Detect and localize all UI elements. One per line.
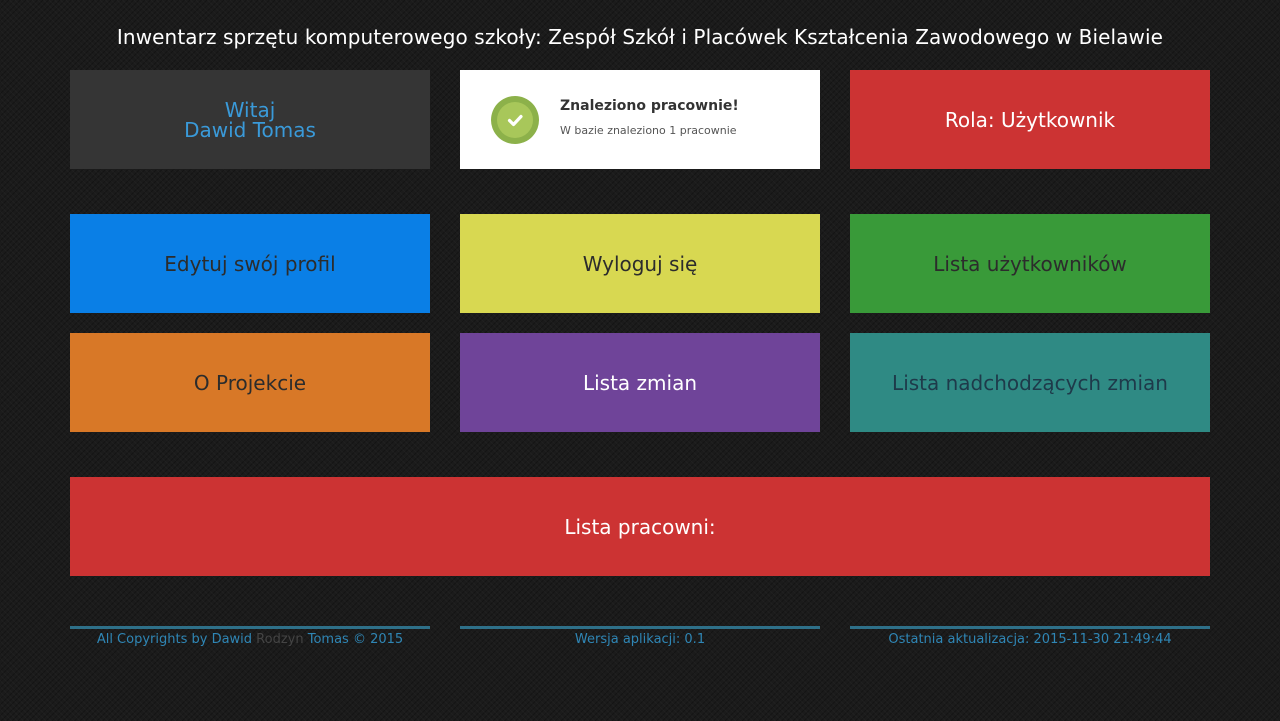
welcome-panel: Witaj Dawid Tomas: [70, 70, 430, 169]
check-circle-icon: [491, 96, 539, 144]
footer-last-update: Ostatnia aktualizacja: 2015-11-30 21:49:…: [850, 626, 1210, 649]
page-title: Inwentarz sprzętu komputerowego szkoły: …: [116, 25, 1164, 49]
copyright-suffix: Tomas © 2015: [303, 632, 404, 647]
about-project-button[interactable]: O Projekcie: [70, 333, 430, 432]
welcome-greeting: Witaj: [224, 97, 276, 122]
upcoming-changes-button[interactable]: Lista nadchodzących zmian: [850, 333, 1210, 432]
users-list-button[interactable]: Lista użytkowników: [850, 214, 1210, 313]
notice-title: Znaleziono pracownie!: [560, 98, 739, 114]
copyright-prefix: All Copyrights by Dawid: [96, 632, 257, 647]
edit-profile-button[interactable]: Edytuj swój profil: [70, 214, 430, 313]
role-badge: Rola: Użytkownik: [850, 70, 1210, 169]
copyright-nick: Rodzyn: [256, 632, 304, 647]
notice-text: Znaleziono pracownie! W bazie znaleziono…: [560, 96, 739, 138]
labs-list-button[interactable]: Lista pracowni:: [70, 477, 1210, 576]
notice-message: W bazie znaleziono 1 pracownie: [560, 124, 737, 137]
logout-button[interactable]: Wyloguj się: [460, 214, 820, 313]
footer-copyright: All Copyrights by Dawid Rodzyn Tomas © 2…: [70, 626, 430, 649]
footer-version: Wersja aplikacji: 0.1: [460, 626, 820, 649]
success-notice: Znaleziono pracownie! W bazie znaleziono…: [460, 70, 820, 169]
changelog-button[interactable]: Lista zmian: [460, 333, 820, 432]
welcome-user-name: Dawid Tomas: [184, 117, 316, 142]
app-version: Wersja aplikacji: 0.1: [574, 632, 706, 647]
last-update: Ostatnia aktualizacja: 2015-11-30 21:49:…: [888, 632, 1172, 647]
